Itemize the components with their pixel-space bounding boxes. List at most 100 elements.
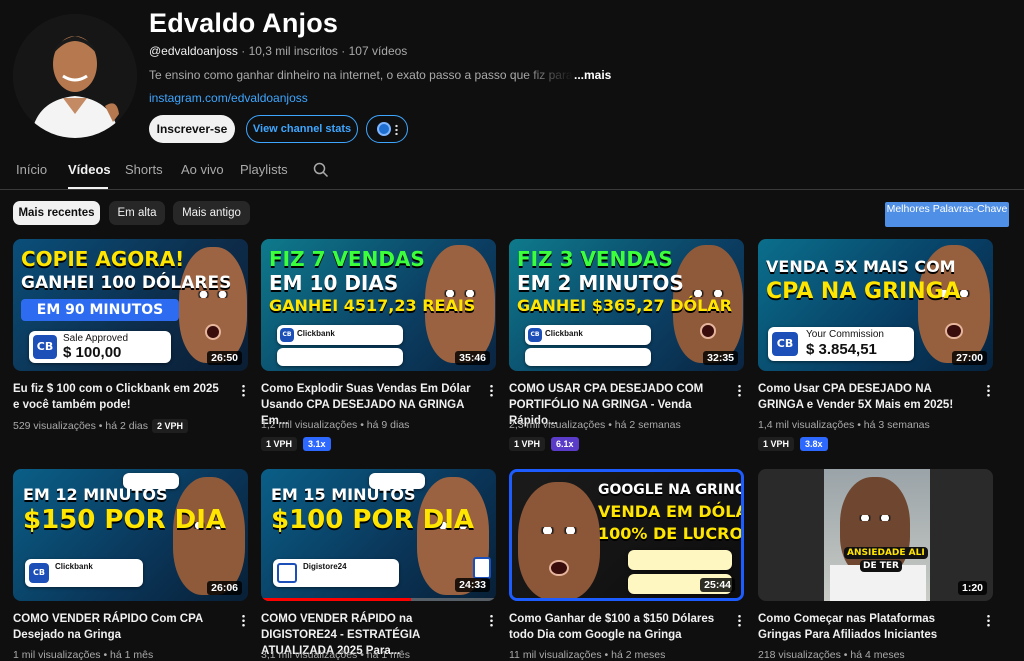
video-card[interactable]: FIZ 3 VENDAS EM 2 MINUTOS GANHEI $365,27… xyxy=(509,239,744,451)
thumb-text-1: FIZ 3 VENDAS xyxy=(517,247,673,271)
multiplier-badge: 3.8x xyxy=(800,437,828,451)
video-thumbnail[interactable]: FIZ 7 VENDAS EM 10 DIAS GANHEI 4517,23 R… xyxy=(261,239,496,371)
tab-videos[interactable]: Vídeos xyxy=(68,162,111,177)
video-meta: 1,4 mil visualizações • há 3 semanas xyxy=(758,419,930,431)
video-duration: 25:44 xyxy=(700,578,735,592)
video-title[interactable]: Eu fiz $ 100 com o Clickbank em 2025 e v… xyxy=(13,381,228,413)
thumb-text-3: GANHEI 4517,23 REAIS xyxy=(269,296,476,315)
video-meta-text: 529 visualizações • há 2 dias xyxy=(13,420,149,432)
video-card[interactable]: GOOGLE NA GRINGA VENDA EM DÓLAR 100% DE … xyxy=(509,469,744,661)
sale-box: CB Clickbank xyxy=(525,325,651,345)
sale-box xyxy=(628,550,732,570)
video-card[interactable]: COPIE AGORA! GANHEI 100 DÓLARES EM 90 MI… xyxy=(13,239,248,433)
video-thumbnail[interactable]: EM 12 MINUTOS $150 POR DIA CB Clickbank … xyxy=(13,469,248,601)
video-duration: 26:50 xyxy=(207,351,242,365)
more-vert-icon[interactable] xyxy=(987,614,990,627)
channel-stats: · 10,3 mil inscritos · 107 vídeos xyxy=(237,44,408,58)
sale-approved-box: CB Sale Approved $ 100,00 xyxy=(29,331,171,363)
thumb-text-1: EM 12 MINUTOS xyxy=(23,485,168,504)
chip-mais-recentes[interactable]: Mais recentes xyxy=(13,201,100,225)
subscribe-button[interactable]: Inscrever-se xyxy=(149,115,235,143)
video-title[interactable]: Como Usar CPA DESEJADO NA GRINGA e Vende… xyxy=(758,381,973,413)
channel-avatar[interactable] xyxy=(13,14,137,138)
video-thumbnail[interactable]: COPIE AGORA! GANHEI 100 DÓLARES EM 90 MI… xyxy=(13,239,248,371)
video-card[interactable]: EM 12 MINUTOS $150 POR DIA CB Clickbank … xyxy=(13,469,248,661)
chip-em-alta[interactable]: Em alta xyxy=(109,201,165,225)
channel-link[interactable]: instagram.com/edvaldoanjoss xyxy=(149,91,308,105)
video-title[interactable]: COMO VENDER RÁPIDO Com CPA Desejado na G… xyxy=(13,611,228,643)
more-link[interactable]: ...mais xyxy=(574,68,611,82)
tab-shorts[interactable]: Shorts xyxy=(125,162,163,177)
video-meta: 3,1 mil visualizações • há 1 mês xyxy=(261,649,410,661)
sale-label: Clickbank xyxy=(55,562,93,571)
video-card[interactable]: ANSIEDADE ALI DE TER 1:20 Como Começar n… xyxy=(758,469,993,661)
thumb-text-3: GANHEI $365,27 DÓLAR xyxy=(517,296,732,315)
search-icon[interactable] xyxy=(313,162,329,178)
commission-label: Your Commission xyxy=(806,329,884,340)
video-meta: 11 mil visualizações • há 2 meses xyxy=(509,649,666,661)
view-channel-stats-button[interactable]: View channel stats xyxy=(246,115,358,143)
thumb-text-2: VENDA EM DÓLAR xyxy=(598,502,744,521)
channel-meta: @edvaldoanjoss · 10,3 mil inscritos · 10… xyxy=(149,44,407,58)
sale-label: Clickbank xyxy=(545,329,583,338)
multiplier-badge: 3.1x xyxy=(303,437,331,451)
channel-tabs: Início Vídeos Shorts Ao vivo Playlists xyxy=(0,152,1024,190)
tab-playlists[interactable]: Playlists xyxy=(240,162,288,177)
video-thumbnail[interactable]: EM 15 MINUTOS $100 POR DIA Digistore24 2… xyxy=(261,469,496,601)
sale-box: CB Clickbank xyxy=(25,559,143,587)
clickbank-logo: CB xyxy=(29,563,49,583)
more-vert-icon[interactable] xyxy=(738,384,741,397)
thumb-text-3: 100% DE LUCRO xyxy=(598,524,744,543)
video-thumbnail[interactable]: VENDA 5X MAIS COM CPA NA GRINGA CB Your … xyxy=(758,239,993,371)
vph-badge: 1 VPH xyxy=(758,437,795,451)
chip-mais-antigo[interactable]: Mais antigo xyxy=(173,201,250,225)
extension-button[interactable] xyxy=(366,115,408,143)
video-thumbnail[interactable]: GOOGLE NA GRINGA VENDA EM DÓLAR 100% DE … xyxy=(509,469,744,601)
thumb-text-1: FIZ 7 VENDAS xyxy=(269,247,425,271)
vph-badge: 2 VPH xyxy=(152,419,189,433)
video-card[interactable]: EM 15 MINUTOS $100 POR DIA Digistore24 2… xyxy=(261,469,496,661)
video-title[interactable]: Como Ganhar de $100 a $150 Dólares todo … xyxy=(509,611,724,643)
thumb-text-3: EM 90 MINUTOS xyxy=(21,299,179,321)
channel-description-text: Te ensino como ganhar dinheiro na intern… xyxy=(149,68,574,82)
clickbank-logo: CB xyxy=(280,328,294,342)
best-keywords-button[interactable]: Melhores Palavras-Chave xyxy=(885,202,1009,227)
channel-description[interactable]: Te ensino como ganhar dinheiro na intern… xyxy=(149,68,611,82)
active-tab-indicator xyxy=(68,187,108,189)
thumb-text-1: COPIE AGORA! xyxy=(21,247,185,271)
video-meta: 1,2 mil visualizações • há 9 dias xyxy=(261,419,410,431)
commission-box: CB Your Commission $ 3.854,51 xyxy=(768,327,914,361)
sale-amount: $ 100,00 xyxy=(63,344,122,361)
more-vert-icon[interactable] xyxy=(242,614,245,627)
sale-label: Digistore24 xyxy=(303,562,347,571)
video-card[interactable]: FIZ 7 VENDAS EM 10 DIAS GANHEI 4517,23 R… xyxy=(261,239,496,451)
video-duration: 35:46 xyxy=(455,351,490,365)
thumb-text-1: EM 15 MINUTOS xyxy=(271,485,416,504)
video-title[interactable]: Como Começar nas Plataformas Gringas Par… xyxy=(758,611,973,643)
video-duration: 27:00 xyxy=(952,351,987,365)
channel-handle: @edvaldoanjoss xyxy=(149,44,238,58)
digistore-box: Digistore24 xyxy=(273,559,399,587)
caption-text-2: DE TER xyxy=(860,560,902,572)
video-thumbnail[interactable]: ANSIEDADE ALI DE TER 1:20 xyxy=(758,469,993,601)
multiplier-badge: 6.1x xyxy=(551,437,579,451)
video-thumbnail[interactable]: FIZ 3 VENDAS EM 2 MINUTOS GANHEI $365,27… xyxy=(509,239,744,371)
thumb-text-2: EM 10 DIAS xyxy=(269,271,399,295)
more-vert-icon[interactable] xyxy=(242,384,245,397)
vph-badge: 1 VPH xyxy=(261,437,298,451)
video-meta: 1 mil visualizações • há 1 mês xyxy=(13,649,154,661)
tab-inicio[interactable]: Início xyxy=(16,162,47,177)
thumb-text-2: $100 POR DIA xyxy=(271,505,475,535)
more-vert-icon[interactable] xyxy=(738,614,741,627)
clickbank-logo: CB xyxy=(33,335,57,359)
thumb-text-1: GOOGLE NA GRINGA xyxy=(598,482,744,498)
sale-box: CB Clickbank xyxy=(277,325,403,345)
more-vert-icon[interactable] xyxy=(490,614,493,627)
tab-ao-vivo[interactable]: Ao vivo xyxy=(181,162,224,177)
thumb-text-2: $150 POR DIA xyxy=(23,505,227,535)
sale-label: Sale Approved xyxy=(63,333,129,344)
more-vert-icon[interactable] xyxy=(490,384,493,397)
thumb-text-1: VENDA 5X MAIS COM xyxy=(766,257,956,276)
video-card[interactable]: VENDA 5X MAIS COM CPA NA GRINGA CB Your … xyxy=(758,239,993,451)
more-vert-icon[interactable] xyxy=(987,384,990,397)
